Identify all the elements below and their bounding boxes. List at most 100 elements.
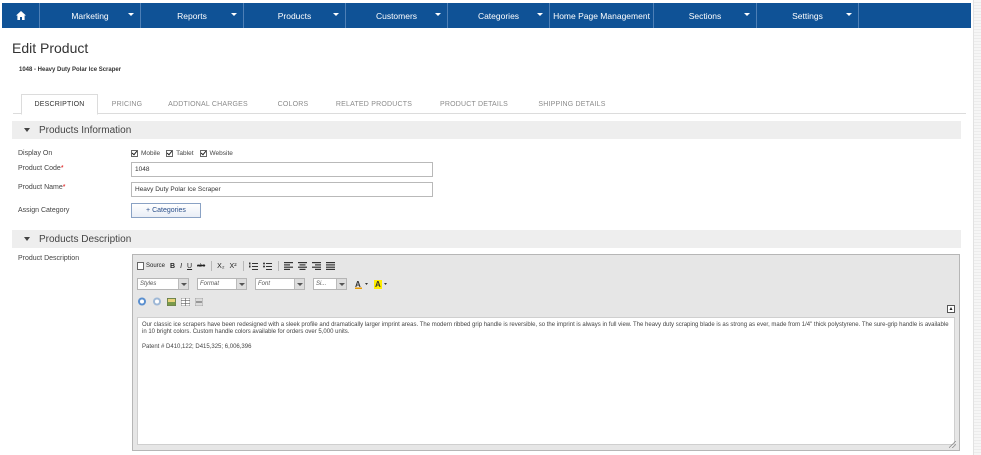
tab-shipping-details[interactable]: SHIPPING DETAILS [529,94,615,114]
display-option-tablet[interactable]: Tablet [166,150,194,157]
add-categories-button[interactable]: + Categories [131,203,201,218]
label-text: Product Name [18,184,63,191]
collapse-toolbar-icon[interactable]: ▴ [947,305,955,313]
background-color-button[interactable]: A [374,279,388,289]
editor-toolbar-row-3 [137,297,208,306]
source-button[interactable]: Source [137,262,165,270]
nav-home-page-management[interactable]: Home Page Management [550,3,654,28]
nav-label: Categories [477,10,520,21]
required-mark: * [60,165,64,172]
text-color-button[interactable]: A [355,280,369,289]
nav-label: Home Page Management [553,10,650,21]
align-left-button[interactable] [283,262,293,270]
document-icon [137,262,144,270]
product-code-label: Product Code* [18,165,64,172]
nav-label: Marketing [71,10,109,21]
product-code-input[interactable] [131,162,433,177]
editor-toolbar-row-2: Styles Format Font Si... A A [137,278,393,290]
horizontal-rule-icon [195,297,203,306]
nav-label: Settings [792,10,823,21]
collapse-triangle-icon [24,128,30,132]
editor-content-area[interactable]: Our classic ice scrapers have been redes… [137,317,955,445]
justify-button[interactable] [325,262,335,270]
size-select-text: Si... [316,281,327,287]
tab-additional-charges[interactable]: ADDTIONAL CHARGES [161,94,255,114]
bulleted-list-button[interactable] [262,262,272,270]
align-right-button[interactable] [311,262,321,270]
tab-description[interactable]: DESCRIPTION [21,94,98,115]
description-paragraph: Our classic ice scrapers have been redes… [142,322,949,335]
chevron-down-icon [336,279,346,289]
nav-settings[interactable]: Settings [757,3,859,28]
nav-marketing[interactable]: Marketing [40,3,141,28]
source-label: Source [146,263,166,269]
product-subtitle: 1048 - Heavy Duty Polar Ice Scraper [19,67,122,73]
strikethrough-button[interactable]: abc [197,263,205,269]
rich-text-editor: Source B I U abc X₂ X² Styles Format Fon… [132,254,960,451]
chevron-down-icon [178,279,188,289]
nav-categories[interactable]: Categories [448,3,550,28]
italic-button[interactable]: I [180,263,182,270]
display-option-mobile[interactable]: Mobile [131,150,160,157]
underline-button[interactable]: U [187,263,192,270]
background-color-icon: A [374,279,387,289]
tab-colors[interactable]: COLORS [269,94,317,114]
chevron-down-icon [236,279,246,289]
link-button[interactable] [137,297,147,306]
tab-product-details[interactable]: PRODUCT DETAILS [433,94,515,114]
tablet-checkbox[interactable] [166,150,174,157]
chevron-down-icon [435,13,441,16]
font-select-text: Font [258,281,271,287]
products-information-header[interactable]: Products Information [12,121,961,139]
nav-reports[interactable]: Reports [141,3,244,28]
styles-select-text: Styles [140,281,157,287]
numbered-list-button[interactable] [248,262,258,270]
align-center-button[interactable] [297,262,307,270]
image-button[interactable] [167,297,176,306]
nav-sections[interactable]: Sections [654,3,757,28]
chevron-down-icon [744,13,750,16]
product-name-input[interactable] [131,182,433,197]
unlink-icon [153,297,161,306]
tab-related-products[interactable]: RELATED PRODUCTS [329,94,419,114]
format-select[interactable]: Format [197,278,247,290]
table-icon [181,297,190,306]
chevron-down-icon [846,13,852,16]
main-nav: Marketing Reports Products Customers Cat… [2,3,971,28]
styles-select[interactable]: Styles [137,278,189,290]
table-button[interactable] [181,297,190,306]
nav-products[interactable]: Products [244,3,346,28]
align-left-icon [283,262,293,270]
website-checkbox[interactable] [199,150,207,157]
collapse-triangle-icon [24,237,30,241]
section-title: Products Description [39,233,132,245]
font-select[interactable]: Font [255,278,305,290]
image-icon [167,297,176,306]
display-option-website[interactable]: Website [199,150,233,157]
superscript-button[interactable]: X² [230,263,237,270]
resize-handle-icon[interactable] [949,441,956,448]
nav-home-button[interactable] [2,3,40,28]
horizontal-rule-button[interactable] [195,297,203,306]
toolbar-separator [242,261,244,271]
size-select[interactable]: Si... [313,278,347,290]
products-description-header[interactable]: Products Description [12,230,961,248]
align-center-icon [297,262,307,270]
nav-label: Sections [688,10,722,21]
mobile-checkbox[interactable] [131,150,138,157]
product-name-label: Product Name* [18,184,65,191]
bulleted-list-icon [262,262,272,270]
checkbox-label: Tablet [176,150,194,157]
tab-pricing[interactable]: PRICING [105,94,149,114]
assign-category-label: Assign Category [18,207,70,214]
subscript-button[interactable]: X₂ [217,263,224,270]
chevron-down-icon [537,13,543,16]
product-tabs: DESCRIPTION PRICING ADDTIONAL CHARGES CO… [13,94,966,115]
display-on-options: Mobile Tablet Website [131,150,239,157]
page-scrollbar[interactable] [973,0,981,455]
unlink-button[interactable] [152,297,162,306]
bold-button[interactable]: B [170,263,175,270]
nav-customers[interactable]: Customers [346,3,448,28]
checkbox-label: Website [209,150,233,157]
